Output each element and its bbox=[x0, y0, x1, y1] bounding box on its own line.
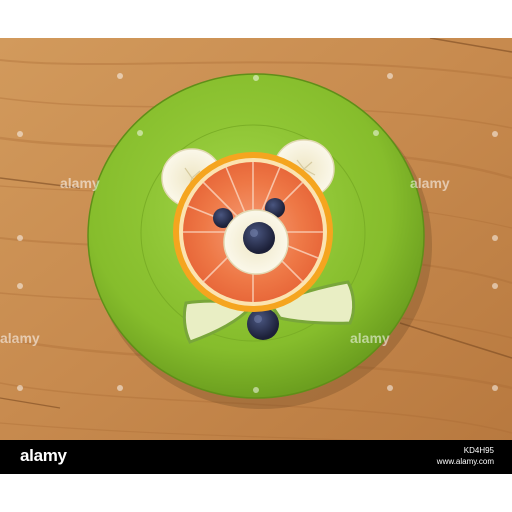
watermark-text: alamy bbox=[60, 175, 100, 191]
bow-knot-highlight bbox=[254, 315, 262, 323]
image-code: KD4H95 bbox=[463, 446, 494, 455]
bow-knot-blueberry bbox=[247, 308, 279, 340]
blueberry-nose bbox=[243, 222, 275, 254]
nose-highlight bbox=[250, 229, 258, 237]
watermark-text: alamy bbox=[0, 330, 40, 346]
watermark-text: alamy bbox=[350, 330, 390, 346]
alamy-logo: alamy bbox=[20, 446, 67, 465]
footer-credit: KD4H95 www.alamy.com bbox=[437, 445, 494, 467]
watermark-text: alamy bbox=[410, 175, 450, 191]
alamy-footer-bar: alamy KD4H95 www.alamy.com bbox=[0, 440, 512, 474]
bear-fruit-plate-photo: alamy alamy alamy alamy bbox=[0, 38, 512, 440]
site-url: www.alamy.com bbox=[436, 457, 494, 466]
